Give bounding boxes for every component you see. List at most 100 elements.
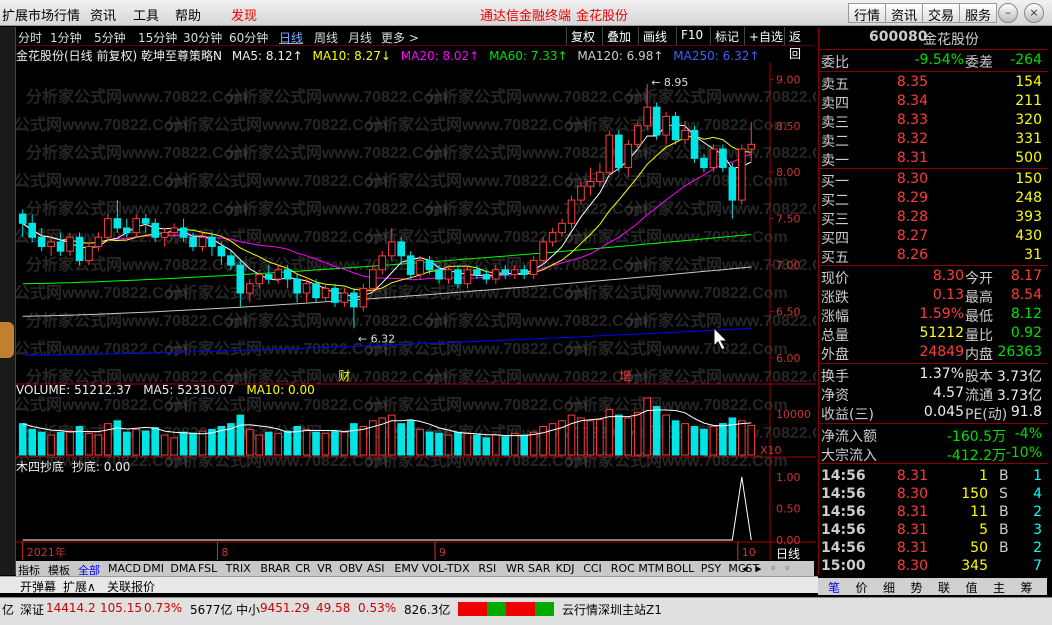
right-tab[interactable]: 细 [883, 579, 895, 596]
right-tab[interactable]: 价 [856, 579, 868, 596]
menu-news[interactable]: 资讯 [90, 5, 116, 24]
period-30min[interactable]: 30分钟 [183, 29, 222, 46]
scroll-arrow-icon[interactable]: ◦ [784, 562, 791, 575]
server-name[interactable]: 云行情深圳主站Z1 [562, 601, 662, 618]
period-5min[interactable]: 5分钟 [94, 29, 126, 46]
indicator-tab[interactable]: RSI [478, 562, 496, 575]
candle-body [274, 269, 283, 280]
volume-bar [122, 431, 131, 456]
right-tab[interactable]: 笔 [828, 579, 840, 596]
kline-chart[interactable]: 分析家公式网www.70822.Com分析家公式网www.70822.Com分析… [16, 62, 816, 560]
menu-discover[interactable]: 发现 [231, 5, 257, 24]
btn-f10[interactable]: F10 [676, 27, 707, 45]
indicator-tab[interactable]: BRAR [260, 562, 290, 575]
candle-body [113, 218, 122, 229]
tick-count: 2 [1033, 504, 1042, 520]
indicator-tab[interactable]: VOL-TDX [422, 562, 470, 575]
candle-body [700, 157, 708, 169]
tick-side: B [999, 504, 1009, 520]
period-15min[interactable]: 15分钟 [138, 29, 177, 46]
indicator-tab[interactable]: PSY [701, 562, 721, 575]
period-fenshi[interactable]: 分时 [18, 29, 42, 46]
volume-bar [482, 437, 491, 456]
separator [819, 168, 1048, 169]
btn-biaoji[interactable]: 标记 [710, 27, 743, 45]
volume-bar [189, 432, 197, 456]
indicator-tab[interactable]: SAR [528, 562, 550, 575]
status-bar: 亿 深证 14414.2 105.15 0.73% 5677亿 中小 9451.… [0, 597, 1052, 625]
sz-index-name[interactable]: 深证 [20, 601, 44, 618]
left-toolbar [0, 27, 16, 575]
fund-value: 3.73亿 [996, 369, 1042, 385]
right-tab[interactable]: 势 [911, 579, 923, 596]
btn-expand[interactable]: 扩展∧ [63, 578, 96, 595]
scroll-arrow-icon[interactable]: ◂ [742, 562, 748, 575]
ma20-label: MA20: 8.02↑ [400, 49, 480, 63]
btn-quote[interactable]: 行情 [848, 3, 887, 24]
right-tab[interactable]: 联 [938, 579, 950, 596]
menu-ext-market[interactable]: 扩展市场行情 [2, 5, 80, 24]
separator [819, 71, 1048, 72]
period-monthly[interactable]: 月线 [348, 29, 372, 46]
indicator-tab[interactable]: CCI [583, 562, 602, 575]
zx-index-name[interactable]: 中小 [236, 601, 260, 618]
indicator-tab[interactable]: WR [506, 562, 525, 575]
tick-price: 8.31 [896, 522, 928, 538]
market-breadth-bars [458, 602, 554, 616]
watermark-text: 分析家公式网www.70822.Com [426, 311, 648, 330]
weibi-value: -9.54% [914, 52, 964, 68]
flow-pct: -4% [1014, 426, 1042, 442]
indicator-tab[interactable]: ASI [367, 562, 385, 575]
indicator-tab[interactable]: FSL [198, 562, 217, 575]
right-tab[interactable]: 主 [993, 579, 1005, 596]
indicator-tab[interactable]: DMI [143, 562, 164, 575]
btn-danmu[interactable]: 开弹幕 [20, 578, 56, 595]
watermark-text: 分析家公式网www.70822.Com [16, 115, 188, 134]
indicator-tab[interactable]: OBV [339, 562, 362, 575]
period-daily[interactable]: 日线 [279, 29, 303, 46]
btn-news[interactable]: 资讯 [885, 3, 924, 24]
btn-diejia[interactable]: 叠加 [602, 27, 635, 45]
indicator-tab[interactable]: TRIX [226, 562, 251, 575]
volume-bar [132, 428, 141, 456]
fund-label: 净资 [821, 388, 849, 404]
menu-tools[interactable]: 工具 [133, 5, 159, 24]
menu-help[interactable]: 帮助 [175, 5, 201, 24]
indicator-tab[interactable]: MACD [108, 562, 141, 575]
period-more[interactable]: 更多 > [381, 29, 419, 46]
stat-label: 现价 [821, 271, 849, 287]
indicator-tab[interactable]: KDJ [556, 562, 575, 575]
weibi-label: 委比 [821, 55, 849, 71]
period-1min[interactable]: 1分钟 [50, 29, 82, 46]
candle-body [444, 269, 453, 280]
btn-trade[interactable]: 交易 [922, 3, 961, 24]
scroll-arrow-icon[interactable]: ◦ [770, 562, 777, 575]
indicator-tab[interactable]: BOLL [666, 562, 694, 575]
btn-related-quote[interactable]: 关联报价 [107, 578, 155, 595]
scroll-arrow-icon[interactable]: ▸ [756, 562, 762, 575]
btn-huaxian[interactable]: 画线 [638, 27, 671, 45]
indicator-tab[interactable]: DMA [170, 562, 196, 575]
btn-fuquan[interactable]: 复权 [566, 27, 599, 45]
indicator-tab[interactable]: EMV [394, 562, 418, 575]
indicator-tab[interactable]: VR [317, 562, 332, 575]
btn-back[interactable]: 返回 [784, 27, 814, 61]
right-tab[interactable]: 值 [966, 579, 978, 596]
right-tab[interactable]: 筹 [1021, 579, 1033, 596]
candle-body [368, 269, 377, 289]
close-icon[interactable]: × [1024, 3, 1044, 23]
indicator-tab[interactable]: CR [295, 562, 310, 575]
indicator-tab[interactable]: MTM [638, 562, 664, 575]
volume-bar [245, 428, 254, 456]
minimize-icon[interactable]: – [998, 3, 1018, 23]
btn-add-watchlist[interactable]: +自选 [744, 27, 787, 45]
period-60min[interactable]: 60分钟 [229, 29, 268, 46]
indicator-tab[interactable]: ROC [611, 562, 635, 575]
period-weekly[interactable]: 周线 [314, 29, 338, 46]
expand-handle-icon[interactable] [0, 322, 14, 358]
sz-index-pct: 0.73% [144, 601, 183, 615]
btn-service[interactable]: 服务 [959, 3, 998, 24]
candle-body [217, 246, 226, 257]
volume-bar [151, 427, 160, 456]
stat-label: 最低 [965, 309, 993, 325]
